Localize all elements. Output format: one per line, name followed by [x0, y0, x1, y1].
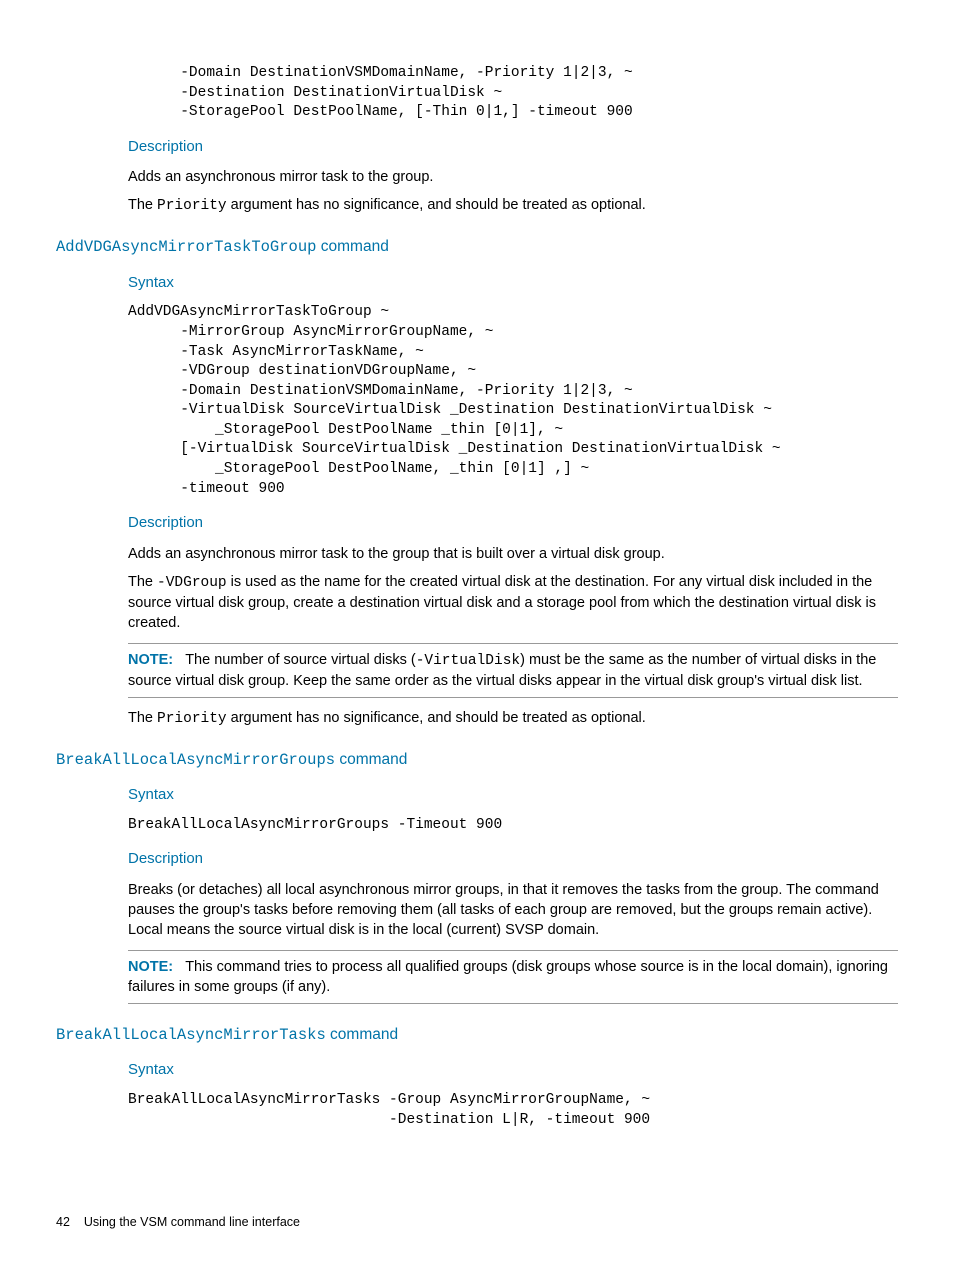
desc-paragraph: The -VDGroup is used as the name for the…	[128, 572, 898, 633]
note-box: NOTE: The number of source virtual disks…	[128, 643, 898, 698]
page-footer: 42 Using the VSM command line interface	[56, 1214, 300, 1231]
command-heading: BreakAllLocalAsyncMirrorGroups command	[56, 749, 898, 771]
desc-paragraph: Adds an asynchronous mirror task to the …	[128, 167, 898, 187]
command-heading: BreakAllLocalAsyncMirrorTasks command	[56, 1024, 898, 1046]
inline-code: -VDGroup	[157, 575, 227, 591]
note-box: NOTE: This command tries to process all …	[128, 950, 898, 1004]
description-heading: Description	[128, 849, 898, 870]
section-4: Syntax BreakAllLocalAsyncMirrorTasks -Gr…	[128, 1060, 898, 1130]
desc-paragraph: The Priority argument has no significanc…	[128, 708, 898, 729]
description-heading: Description	[128, 513, 898, 534]
inline-code: Priority	[157, 711, 227, 727]
desc-paragraph: Adds an asynchronous mirror task to the …	[128, 544, 898, 564]
desc-paragraph: Breaks (or detaches) all local asynchron…	[128, 880, 898, 940]
inline-code: Priority	[157, 198, 227, 214]
note-label: NOTE:	[128, 652, 173, 668]
code-fragment: -Domain DestinationVSMDomainName, -Prior…	[128, 64, 898, 123]
command-heading: AddVDGAsyncMirrorTaskToGroup command	[56, 236, 898, 258]
section-2: Syntax AddVDGAsyncMirrorTaskToGroup ~ -M…	[128, 273, 898, 729]
section-3: Syntax BreakAllLocalAsyncMirrorGroups -T…	[128, 785, 898, 1004]
inline-code: -VirtualDisk	[416, 653, 520, 669]
desc-paragraph: The Priority argument has no significanc…	[128, 195, 898, 216]
syntax-heading: Syntax	[128, 785, 898, 806]
note-label: NOTE:	[128, 959, 173, 975]
syntax-heading: Syntax	[128, 1060, 898, 1081]
syntax-code: BreakAllLocalAsyncMirrorGroups -Timeout …	[128, 816, 898, 836]
syntax-code: BreakAllLocalAsyncMirrorTasks -Group Asy…	[128, 1091, 898, 1130]
chapter-title: Using the VSM command line interface	[84, 1215, 300, 1229]
syntax-code: AddVDGAsyncMirrorTaskToGroup ~ -MirrorGr…	[128, 303, 898, 499]
page-number: 42	[56, 1215, 70, 1229]
section-1: -Domain DestinationVSMDomainName, -Prior…	[128, 64, 898, 216]
syntax-heading: Syntax	[128, 273, 898, 294]
description-heading: Description	[128, 137, 898, 158]
